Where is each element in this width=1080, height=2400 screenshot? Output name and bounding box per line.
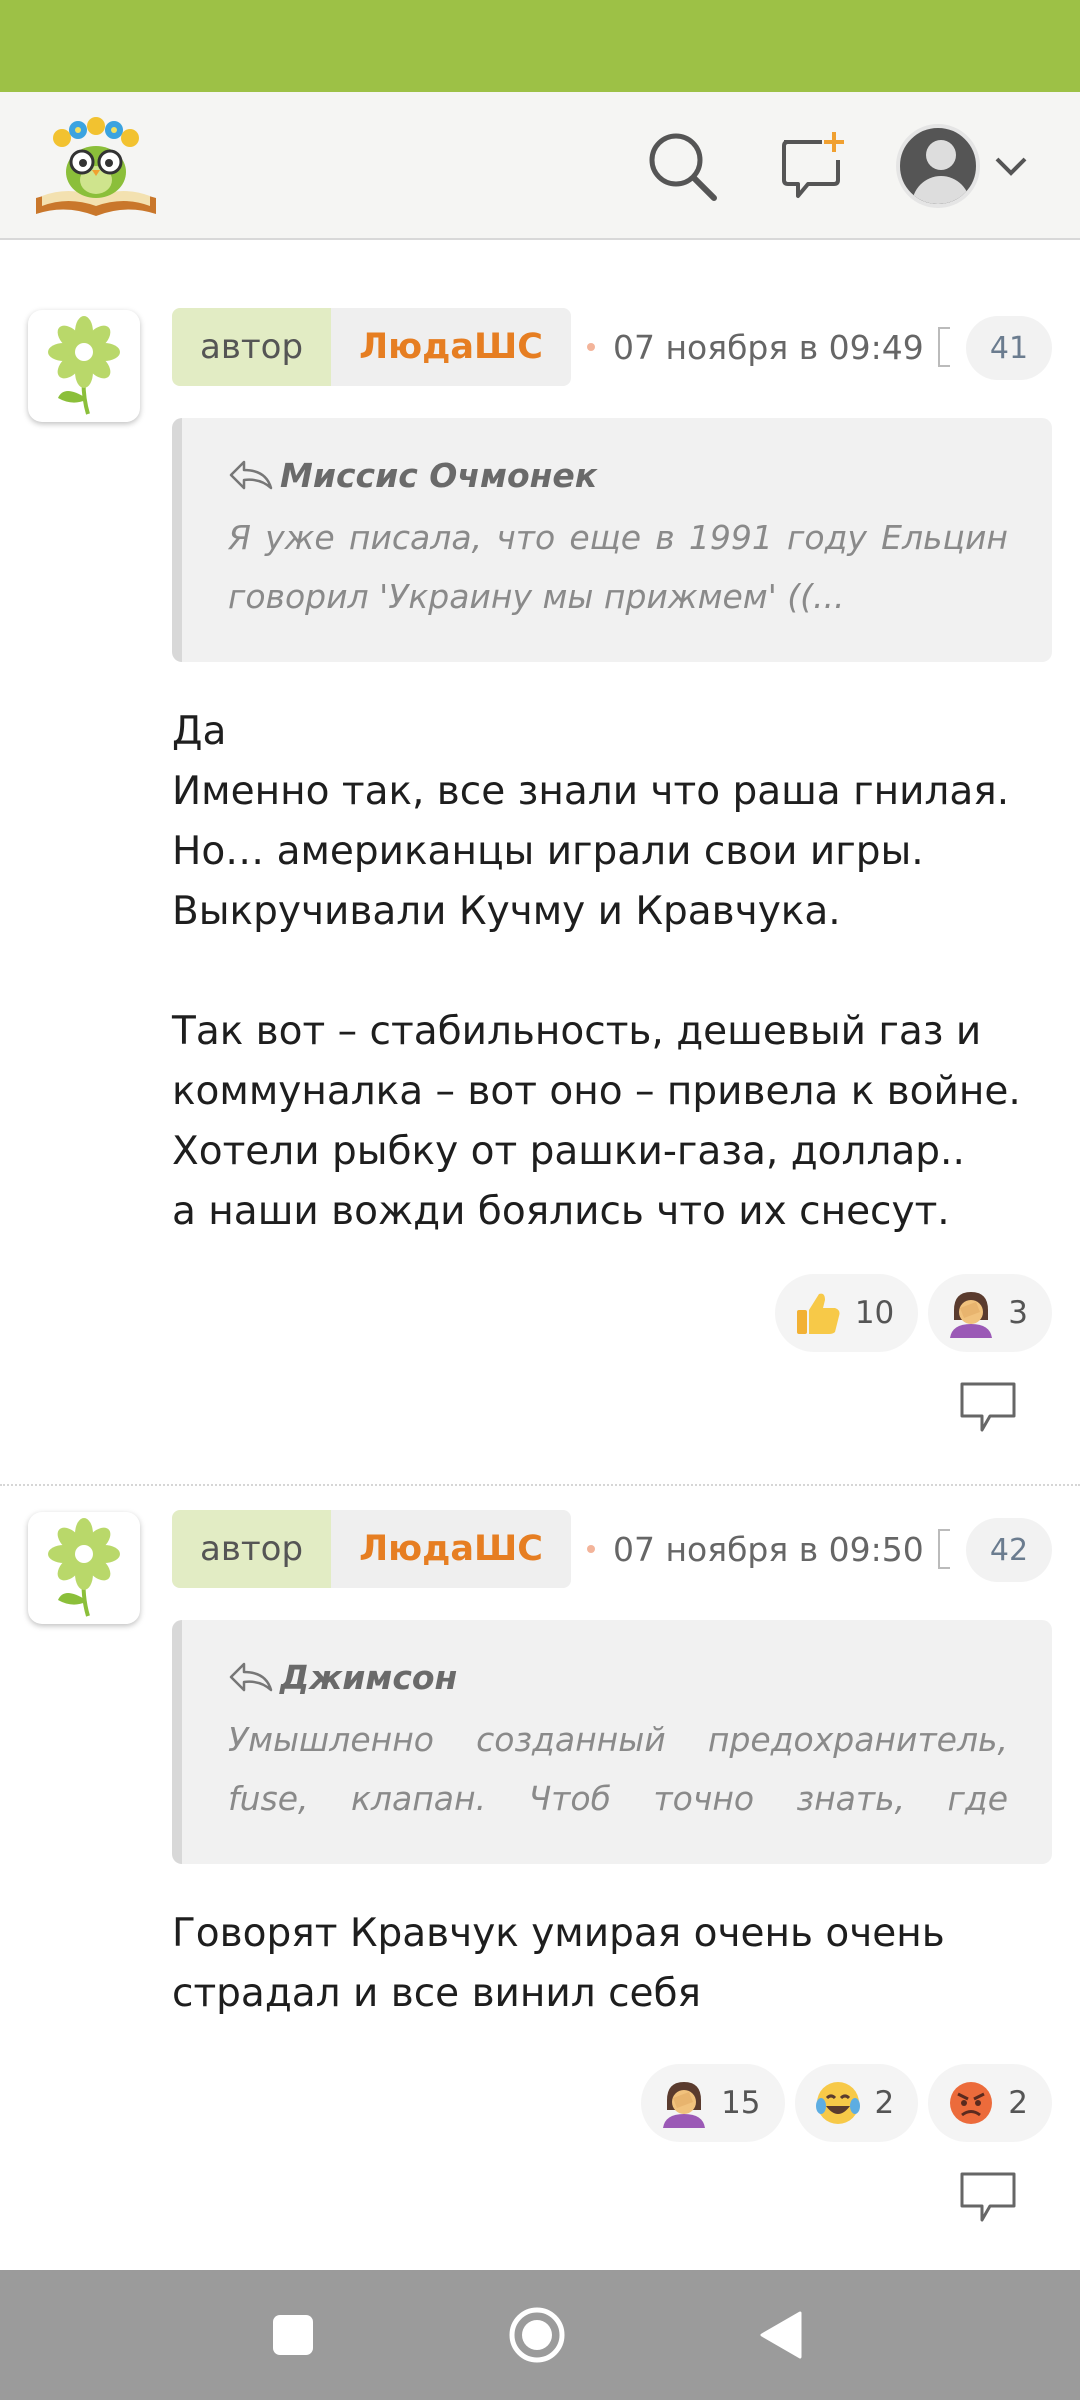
comment-number[interactable]: 42	[966, 1518, 1052, 1582]
quote-author-name[interactable]: Джимсон	[280, 1658, 457, 1697]
quote-block[interactable]: Джимсон Умышленно созданный предохраните…	[172, 1620, 1052, 1864]
quote-text: Я уже писала, что еще в 1991 году Ельцин…	[228, 518, 1008, 616]
author-pill[interactable]: автор ЛюдаШС	[172, 1510, 571, 1588]
comment-date[interactable]: 07 ноября в 09:49	[613, 328, 924, 367]
user-menu[interactable]	[896, 118, 1046, 214]
angry-face-icon	[944, 2076, 998, 2130]
triangle-back-icon[interactable]	[746, 2300, 816, 2370]
comment-date[interactable]: 07 ноября в 09:50	[613, 1530, 924, 1569]
app-header	[0, 92, 1080, 240]
square-icon[interactable]	[258, 2300, 328, 2370]
author-name[interactable]: ЛюдаШС	[331, 308, 571, 386]
reaction-count: 2	[1008, 2085, 1028, 2121]
bookmark-icon[interactable]	[937, 327, 950, 367]
quote-author: Джимсон	[228, 1654, 1008, 1700]
reactions: 10 3	[774, 1274, 1052, 1352]
quote-block[interactable]: Миссис Очмонек Я уже писала, что еще в 1…	[172, 418, 1052, 662]
bookmark-icon[interactable]	[937, 1529, 950, 1569]
reply-comment-icon[interactable]	[956, 1378, 1020, 1438]
author-tag: автор	[172, 308, 332, 386]
quote-author: Миссис Очмонек	[228, 452, 1008, 498]
new-post-icon[interactable]	[770, 122, 858, 210]
search-icon[interactable]	[638, 122, 726, 210]
reactions: 15 2 2	[641, 2064, 1052, 2142]
chevron-down-icon[interactable]	[994, 155, 1028, 177]
facepalm-icon	[944, 1286, 998, 1340]
author-avatar[interactable]	[28, 310, 140, 422]
comment-text: Да Именно так, все знали что раша гнилая…	[172, 709, 1021, 1234]
reaction-count: 15	[721, 2085, 761, 2121]
comment-number[interactable]: 41	[966, 316, 1052, 380]
reaction-count: 3	[1008, 1295, 1028, 1331]
facepalm-icon	[657, 2076, 711, 2130]
laughing-tears-icon	[811, 2076, 865, 2130]
thumbs-up-icon	[791, 1286, 845, 1340]
author-tag: автор	[172, 1510, 332, 1588]
comment-meta: автор ЛюдаШС 07 ноября в 09:50	[172, 1510, 950, 1588]
reply-arrow-icon	[229, 1662, 273, 1692]
comment-meta: автор ЛюдаШС 07 ноября в 09:49	[172, 308, 950, 386]
owl-on-book-logo[interactable]	[32, 110, 160, 222]
comment-text: Говорят Кравчук умирая очень очень страд…	[172, 1911, 945, 2016]
quote-author-name[interactable]: Миссис Очмонек	[280, 456, 597, 495]
comment-body: Да Именно так, все знали что раша гнилая…	[172, 702, 1052, 1242]
reaction-button[interactable]: 2	[794, 2064, 919, 2142]
reaction-button[interactable]: 10	[774, 1274, 919, 1352]
comment: автор ЛюдаШС 07 ноября в 09:50 42 Джимсо…	[0, 1484, 1080, 2400]
comment: автор ЛюдаШС 07 ноября в 09:49 41 Миссис…	[0, 284, 1080, 1484]
comment-body: Говорят Кравчук умирая очень очень страд…	[172, 1904, 1052, 2024]
author-name[interactable]: ЛюдаШС	[331, 1510, 571, 1588]
reply-comment-icon[interactable]	[956, 2168, 1020, 2228]
separator-dot	[586, 343, 595, 351]
reaction-count: 10	[854, 1295, 895, 1331]
reaction-button[interactable]: 3	[928, 1274, 1052, 1352]
author-avatar[interactable]	[28, 1512, 140, 1624]
reaction-count: 2	[874, 2085, 895, 2121]
reaction-button[interactable]: 15	[641, 2064, 785, 2142]
reaction-button[interactable]: 2	[928, 2064, 1052, 2142]
quote-text: Умышленно созданный предохранитель, fuse…	[228, 1720, 1008, 1818]
system-nav-bar	[0, 2270, 1080, 2400]
author-pill[interactable]: автор ЛюдаШС	[172, 308, 571, 386]
reply-arrow-icon	[229, 460, 273, 490]
circle-icon[interactable]	[502, 2300, 572, 2370]
separator-dot	[586, 1545, 595, 1553]
comments-feed: автор ЛюдаШС 07 ноября в 09:49 41 Миссис…	[0, 284, 1080, 2400]
status-bar	[0, 0, 1080, 92]
user-avatar-icon[interactable]	[896, 124, 980, 208]
